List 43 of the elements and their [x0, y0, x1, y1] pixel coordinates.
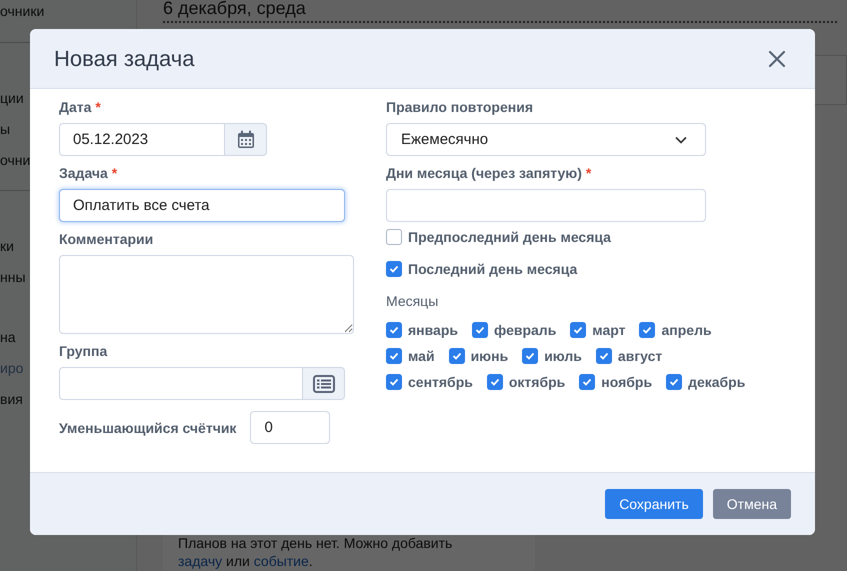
- month-checkbox[interactable]: декабрь: [666, 374, 746, 390]
- month-checkbox[interactable]: июль: [522, 348, 582, 364]
- list-button[interactable]: [303, 367, 345, 400]
- cancel-button[interactable]: Отмена: [712, 489, 791, 519]
- calendar-icon: [236, 130, 254, 149]
- field-label: Комментарии: [59, 231, 154, 247]
- month-checkbox[interactable]: февраль: [472, 322, 556, 338]
- required-mark: *: [95, 99, 101, 115]
- month-checkbox[interactable]: сентябрь: [386, 374, 473, 390]
- chevron-icon: [675, 136, 687, 144]
- calendar-button[interactable]: [225, 123, 267, 156]
- list-icon: [312, 374, 334, 392]
- month-checkbox[interactable]: май: [386, 348, 435, 364]
- field-label: Месяцы: [386, 293, 438, 309]
- task-field[interactable]: Оплатить все счета: [59, 189, 345, 222]
- repeat-select[interactable]: Ежемесячно: [386, 123, 706, 156]
- comments-field[interactable]: [59, 255, 354, 334]
- month-checkbox[interactable]: март: [570, 322, 626, 338]
- close-icon: [768, 50, 786, 68]
- field-label: Дата: [59, 99, 92, 115]
- field-label: Группа: [59, 343, 108, 359]
- month-checkbox[interactable]: июнь: [448, 348, 508, 364]
- dialog-title: Новая задача: [54, 46, 194, 72]
- required-mark: *: [112, 165, 118, 181]
- month-days-field[interactable]: [386, 189, 706, 222]
- group-field[interactable]: [59, 367, 303, 400]
- checkbox[interactable]: Предпоследний день месяца: [386, 229, 611, 245]
- empty-message: Планов на этот день нет. Можно добавить задачу или событие.: [178, 534, 454, 570]
- field-label: Дни месяца (через запятую): [386, 165, 582, 181]
- field-label: Уменьшающийся счётчик: [59, 420, 236, 436]
- required-mark: *: [586, 165, 592, 181]
- field-label: Задача: [59, 165, 108, 181]
- month-checkbox[interactable]: ноябрь: [579, 374, 652, 390]
- month-checkbox[interactable]: апрель: [639, 322, 712, 338]
- counter-field[interactable]: 0: [250, 411, 330, 444]
- date-heading: 6 декабря, среда: [163, 0, 837, 23]
- month-checkbox[interactable]: октябрь: [486, 374, 566, 390]
- field-label: Правило повторения: [386, 99, 533, 115]
- checkbox[interactable]: Последний день месяца: [386, 261, 611, 277]
- month-checkbox[interactable]: август: [596, 348, 662, 364]
- month-checkbox[interactable]: январь: [386, 322, 458, 338]
- date-field[interactable]: 05.12.2023: [59, 123, 225, 156]
- save-button[interactable]: Сохранить: [605, 489, 703, 519]
